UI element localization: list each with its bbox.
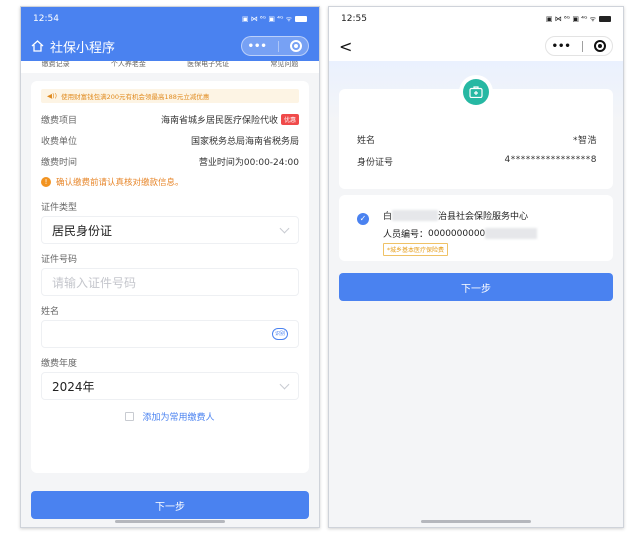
name-input[interactable]: 识别: [41, 320, 299, 348]
capsule-divider: [278, 40, 280, 52]
status-bar: 12:54 ▣ ⋈ ⁶ᴳ ▣ ⁴ᴳ ᯤ: [21, 7, 319, 31]
info-row-unit: 收费单位 国家税务总局海南省税务局: [41, 130, 299, 151]
close-miniprogram-icon[interactable]: [594, 40, 607, 52]
insurance-org-card[interactable]: ✓ 白 治县社会保险服务中心 人员编号： 0000000000 *城乡基本医疗保…: [339, 195, 613, 261]
home-indicator[interactable]: [115, 520, 225, 523]
year-value: 2024年: [52, 379, 95, 394]
id-label: 身份证号: [357, 158, 394, 168]
status-icons: ▣ ⋈ ⁶ᴳ ▣ ⁴ᴳ ᯤ: [242, 15, 307, 24]
info-value: 国家税务总局海南省税务局: [190, 137, 299, 147]
add-payer-row[interactable]: 添加为常用缴费人: [41, 410, 299, 423]
id-type-label: 证件类型: [41, 203, 78, 213]
status-time: 12:55: [341, 14, 367, 24]
next-button[interactable]: 下一步: [339, 273, 613, 301]
warning-icon: !: [41, 177, 51, 187]
miniprogram-capsule: •••: [545, 36, 613, 56]
home-icon[interactable]: [31, 40, 44, 52]
chevron-down-icon: [279, 223, 290, 233]
info-row-item: 缴费项目 海南省城乡居民医疗保险代收 优惠: [41, 109, 299, 130]
nav-bar: < •••: [329, 31, 623, 61]
person-number: 人员编号： 0000000000: [383, 227, 538, 240]
speaker-icon: ◀)): [47, 92, 58, 100]
payment-form-card: ◀)) 使用财富钱包满200元有机会领最高188元立减优惠 缴费项目 海南省城乡…: [31, 81, 309, 473]
redacted-block: [392, 210, 439, 221]
redacted-block: [485, 228, 538, 239]
chevron-down-icon: [279, 379, 290, 389]
right-phone-screen: 12:55 ▣ ⋈ ⁶ᴳ ▣ ⁴ᴳ ᯤ < ••• 姓名 *智浩 身份证号 4*…: [328, 6, 624, 528]
tab-strip: 缴费记录 个人养老金 医保电子凭证 常见问题: [21, 61, 319, 73]
add-payer-checkbox[interactable]: [125, 412, 135, 421]
close-miniprogram-icon[interactable]: [290, 40, 303, 52]
person-number-label: 人员编号：: [383, 230, 429, 240]
name-row: 姓名 *智浩: [357, 133, 597, 146]
id-number-label: 证件号码: [41, 255, 78, 265]
more-menu-button[interactable]: •••: [552, 41, 571, 52]
person-number-value: 0000000000: [428, 228, 486, 239]
back-icon[interactable]: <: [339, 37, 352, 56]
info-value: 海南省城乡居民医疗保险代收: [160, 116, 278, 126]
scan-recognize-icon[interactable]: 识别: [272, 328, 288, 340]
next-button[interactable]: 下一步: [31, 491, 309, 519]
confirm-warning: ! 确认缴费前请认真核对缴款信息。: [41, 172, 299, 192]
medical-kit-icon: [459, 75, 493, 109]
info-label: 缴费项目: [41, 116, 78, 126]
tab-personal-pension[interactable]: 个人养老金: [111, 61, 146, 73]
id-number-placeholder: 请输入证件号码: [52, 275, 137, 290]
miniprogram-capsule: •••: [241, 36, 309, 56]
tab-medical-voucher[interactable]: 医保电子凭证: [187, 61, 229, 73]
id-type-value: 居民身份证: [52, 223, 113, 238]
signal-icons: ▣ ⋈ ⁶ᴳ ▣ ⁴ᴳ ᯤ: [545, 14, 596, 23]
name-label: 姓名: [357, 136, 376, 146]
discount-badge: 优惠: [280, 114, 299, 125]
promo-text: 使用财富钱包满200元有机会领最高188元立减优惠: [61, 93, 210, 101]
year-label: 缴费年度: [41, 359, 78, 369]
info-value: 营业时间为00:00-24:00: [198, 158, 299, 168]
name-value: *智浩: [572, 136, 597, 146]
more-menu-button[interactable]: •••: [248, 41, 267, 52]
battery-icon: [295, 16, 307, 22]
id-row: 身份证号 4****************8: [357, 155, 597, 168]
battery-icon: [599, 16, 611, 22]
home-indicator[interactable]: [421, 520, 531, 523]
status-bar: 12:55 ▣ ⋈ ⁶ᴳ ▣ ⁴ᴳ ᯤ: [329, 7, 623, 31]
insurance-type-tag: *城乡基本医疗保险费: [383, 243, 449, 256]
tab-payment-records[interactable]: 缴费记录: [42, 61, 70, 73]
org-name-suffix: 治县社会保险服务中心: [438, 212, 529, 222]
status-time: 12:54: [33, 14, 59, 24]
org-name-prefix: 白: [383, 212, 393, 222]
org-name: 白 治县社会保险服务中心: [383, 209, 528, 222]
info-row-time: 缴费时间 营业时间为00:00-24:00: [41, 151, 299, 172]
capsule-divider: [582, 40, 584, 52]
info-label: 收费单位: [41, 137, 78, 147]
nav-bar: 社保小程序 •••: [21, 31, 319, 61]
year-select[interactable]: 2024年: [41, 372, 299, 400]
warning-text: 确认缴费前请认真核对缴款信息。: [56, 178, 184, 188]
id-value: 4****************8: [504, 155, 597, 165]
left-phone-screen: 12:54 ▣ ⋈ ⁶ᴳ ▣ ⁴ᴳ ᯤ 社保小程序 ••• 缴费记录 个人养老金…: [20, 6, 320, 528]
tab-faq[interactable]: 常见问题: [270, 61, 298, 73]
status-icons: ▣ ⋈ ⁶ᴳ ▣ ⁴ᴳ ᯤ: [546, 15, 611, 24]
info-label: 缴费时间: [41, 158, 78, 168]
name-label: 姓名: [41, 307, 60, 317]
id-type-select[interactable]: 居民身份证: [41, 216, 299, 244]
id-number-input[interactable]: 请输入证件号码: [41, 268, 299, 296]
signal-icons: ▣ ⋈ ⁶ᴳ ▣ ⁴ᴳ ᯤ: [241, 14, 292, 23]
add-payer-label: 添加为常用缴费人: [142, 413, 215, 423]
page-title: 社保小程序: [50, 40, 116, 56]
promo-notice[interactable]: ◀)) 使用财富钱包满200元有机会领最高188元立减优惠: [41, 89, 299, 103]
person-info-card: 姓名 *智浩 身份证号 4****************8: [339, 75, 613, 189]
selected-check-icon[interactable]: ✓: [357, 213, 369, 225]
